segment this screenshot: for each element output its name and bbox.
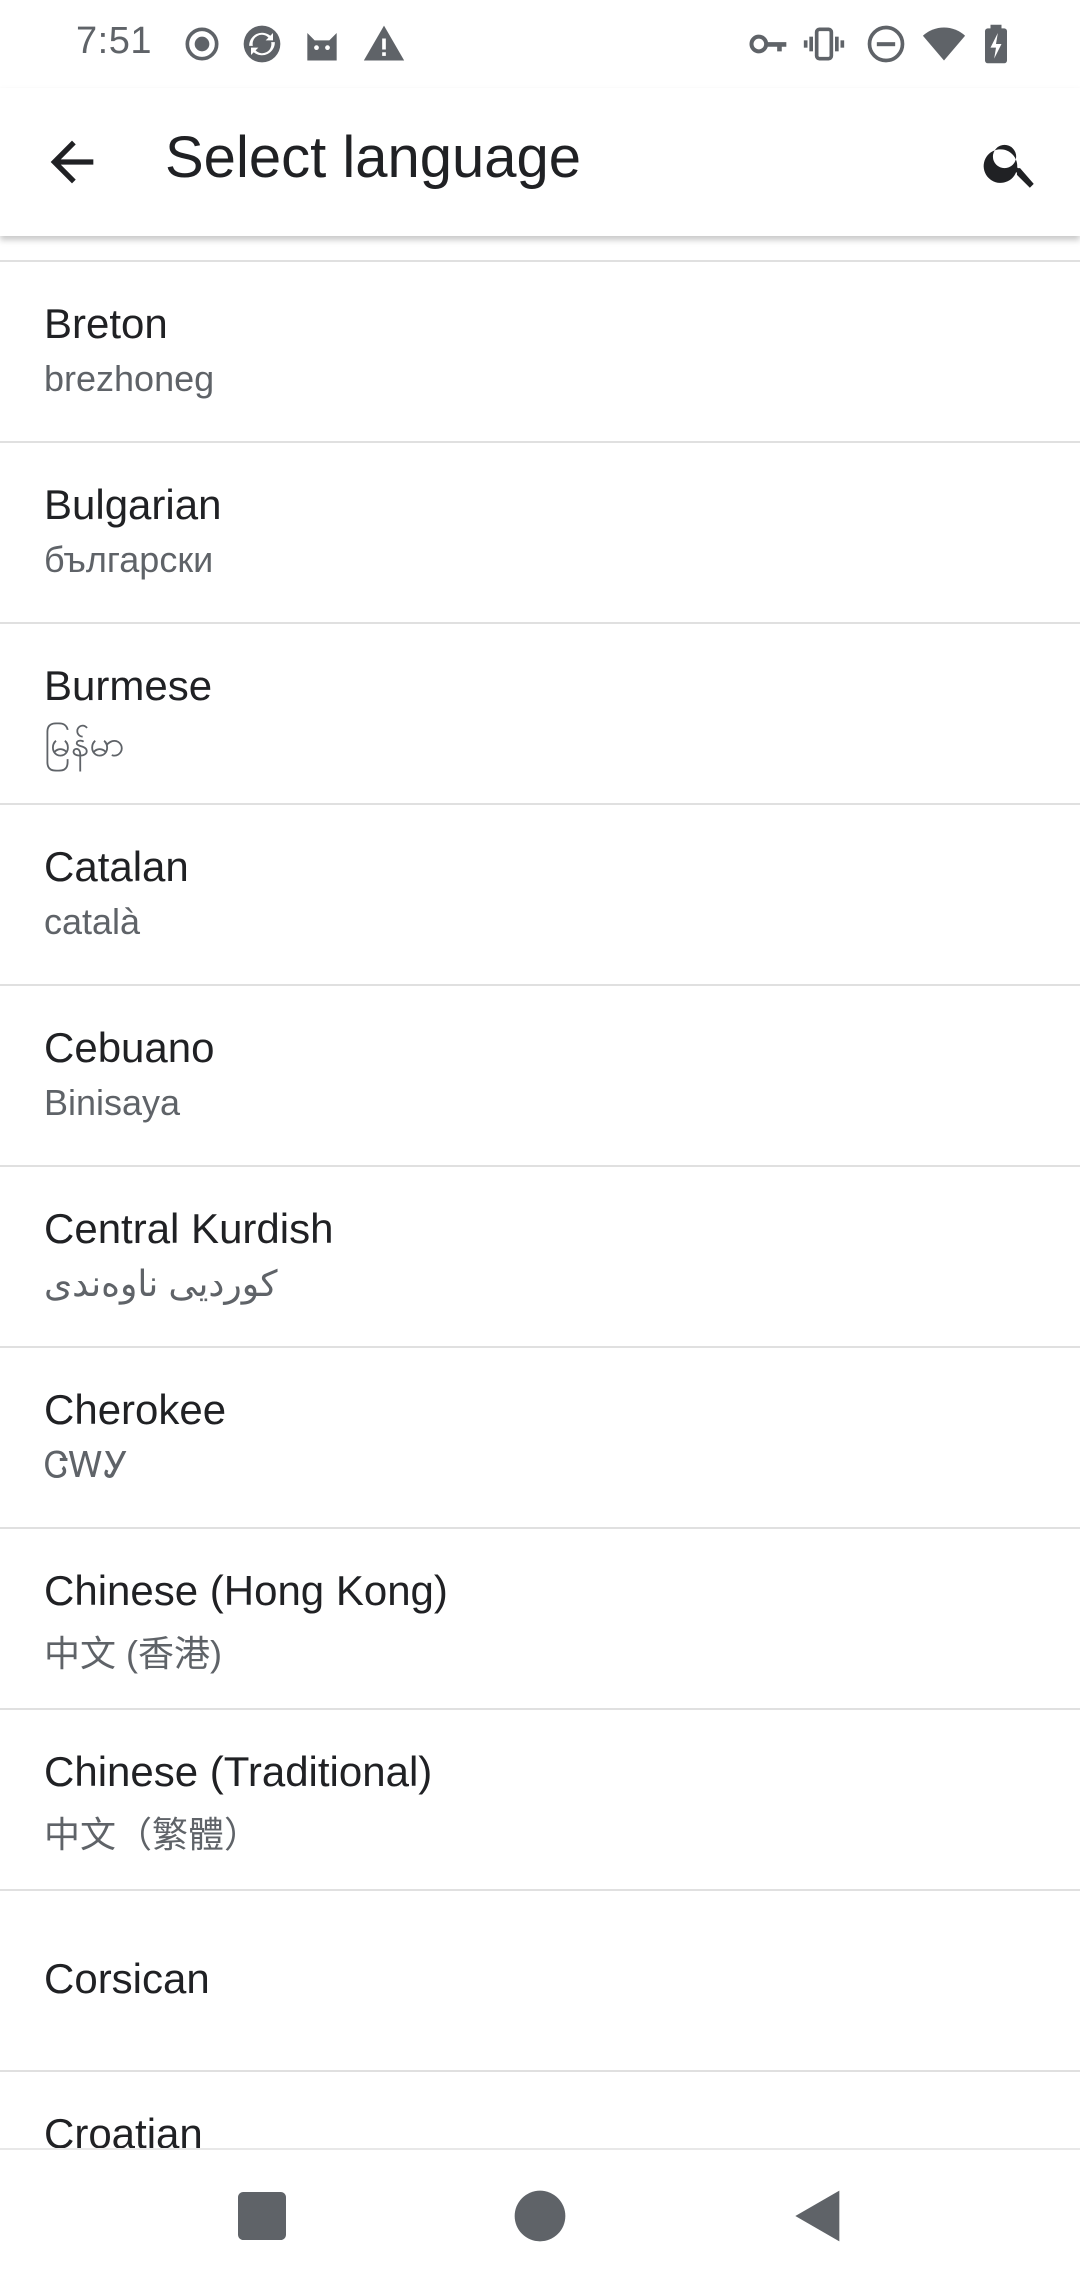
language-item-breton[interactable]: Breton brezhoneg xyxy=(0,262,1080,443)
language-item-catalan[interactable]: Catalan català xyxy=(0,805,1080,986)
record-icon xyxy=(180,22,224,66)
language-native-name: 中文 (香港) xyxy=(44,1633,222,1674)
language-item-cherokee[interactable]: Cherokee ᏣᎳᎩ xyxy=(0,1348,1080,1529)
language-name: Breton xyxy=(44,300,168,347)
app-bar: Select language xyxy=(0,88,1080,236)
language-name: Bulgarian xyxy=(44,481,222,528)
arrow-back-icon xyxy=(50,140,94,184)
language-native-name: català xyxy=(44,901,141,942)
recents-square-icon xyxy=(238,2192,286,2240)
language-native-name: brezhoneg xyxy=(44,358,215,399)
back-triangle-icon xyxy=(795,2190,840,2242)
page-title: Select language xyxy=(165,125,581,190)
language-native-name: کوردیی ناوەندی xyxy=(44,1263,278,1304)
back-button[interactable] xyxy=(40,130,104,194)
language-name: Central Kurdish xyxy=(44,1205,334,1252)
language-name: Chinese (Traditional) xyxy=(44,1748,433,1795)
language-item-bulgarian[interactable]: Bulgarian български xyxy=(0,443,1080,624)
language-name: Cebuano xyxy=(44,1024,215,1071)
list-item-partial xyxy=(0,236,1080,262)
system-nav-bar xyxy=(0,2148,1080,2280)
screen: 7:51 Select language Breton brezhoneg Bu… xyxy=(0,0,1080,2280)
home-circle-icon xyxy=(514,2190,566,2242)
language-item-central-kurdish[interactable]: Central Kurdish کوردیی ناوەندی xyxy=(0,1167,1080,1348)
language-native-name: Binisaya xyxy=(44,1082,181,1123)
language-item-chinese-traditional[interactable]: Chinese (Traditional) 中文（繁體） xyxy=(0,1710,1080,1891)
language-native-name: 中文（繁體） xyxy=(44,1814,261,1855)
vpn-key-icon xyxy=(746,22,790,66)
recents-button[interactable] xyxy=(230,2184,294,2248)
language-item-cebuano[interactable]: Cebuano Binisaya xyxy=(0,986,1080,1167)
language-name: Cherokee xyxy=(44,1386,227,1433)
language-name: Catalan xyxy=(44,843,189,890)
status-bar: 7:51 xyxy=(0,0,1080,88)
language-item-corsican[interactable]: Corsican xyxy=(0,1891,1080,2072)
nav-back-button[interactable] xyxy=(786,2184,850,2248)
language-item-burmese[interactable]: Burmese မြန်မာ xyxy=(0,624,1080,805)
language-native-name: ᏣᎳᎩ xyxy=(44,1444,129,1485)
do-not-disturb-icon xyxy=(864,22,908,66)
language-item-croatian[interactable]: Croatian xyxy=(0,2072,1080,2148)
battery-charging-icon xyxy=(974,22,1018,66)
language-name: Croatian xyxy=(44,2110,203,2148)
cat-app-icon xyxy=(300,22,344,66)
vibrate-icon xyxy=(802,22,846,66)
language-name: Chinese (Hong Kong) xyxy=(44,1567,448,1614)
sync-app-icon xyxy=(240,22,284,66)
home-button[interactable] xyxy=(508,2184,572,2248)
search-button[interactable] xyxy=(980,132,1042,194)
wifi-icon xyxy=(922,22,966,66)
language-name: Burmese xyxy=(44,662,213,709)
language-item-chinese-hong-kong[interactable]: Chinese (Hong Kong) 中文 (香港) xyxy=(0,1529,1080,1710)
language-list[interactable]: Breton brezhoneg Bulgarian български Bur… xyxy=(0,236,1080,2148)
language-native-name: မြန်မာ xyxy=(44,723,125,764)
warning-icon xyxy=(362,22,406,66)
status-time: 7:51 xyxy=(76,20,152,62)
search-icon xyxy=(983,144,1034,188)
language-native-name: български xyxy=(44,539,214,580)
language-name: Corsican xyxy=(44,1955,210,2002)
